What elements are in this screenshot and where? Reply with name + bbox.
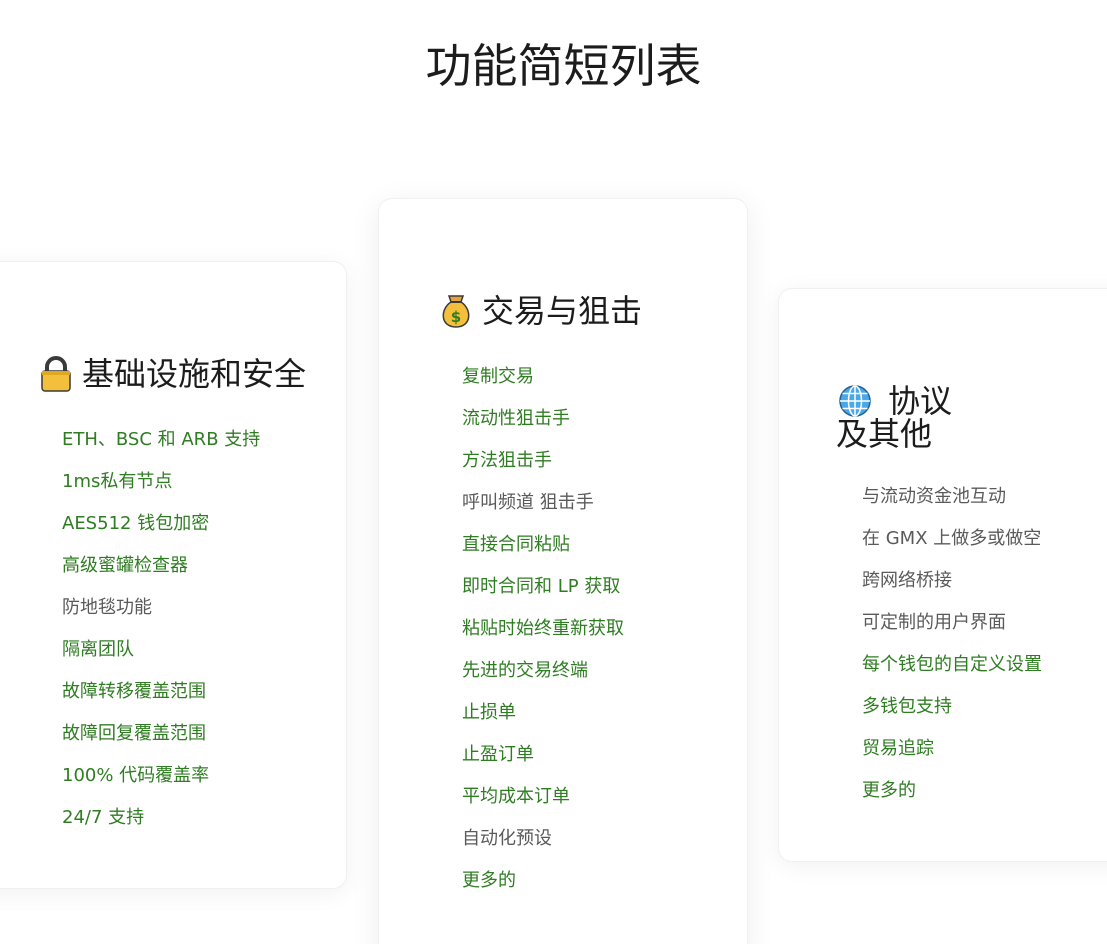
lock-icon [38,356,74,392]
list-item: 可定制的用户界面 [862,612,1006,633]
list-item: 故障转移覆盖范围 [62,681,206,702]
list-item: 方法狙击手 [462,450,552,471]
page-title: 功能简短列表 [425,39,702,93]
feature-list-protocols: 与流动资金池互动 在 GMX 上做多或做空 跨网络桥接 可定制的用户界面 每个钱… [862,476,1042,812]
list-item: 贸易追踪 [862,738,934,759]
list-item: 粘贴时始终重新获取 [462,618,624,639]
card-heading-infrastructure: 基础设施和安全 [38,354,306,394]
list-item: 1ms私有节点 [62,471,173,492]
list-item: 平均成本订单 [462,786,570,807]
globe-icon [838,384,872,418]
card-heading-trading: $ 交易与狙击 [438,291,642,331]
list-item: 多钱包支持 [862,696,952,717]
list-item: 高级蜜罐检查器 [62,555,188,576]
list-item: 先进的交易终端 [462,660,588,681]
card-heading-text-line2: 及其他 [836,415,933,453]
list-item: ETH、BSC 和 ARB 支持 [62,429,261,450]
list-item: 每个钱包的自定义设置 [862,654,1042,675]
card-heading-protocols: 协议 及其他 [836,384,952,450]
list-item: 故障回复覆盖范围 [62,723,206,744]
list-item: 止损单 [462,702,516,723]
list-item: 隔离团队 [62,639,134,660]
list-item: 更多的 [462,870,516,891]
feature-list-infrastructure: ETH、BSC 和 ARB 支持 1ms私有节点 AES512 钱包加密 高级蜜… [62,419,260,839]
list-item: 100% 代码覆盖率 [62,765,210,786]
list-item: AES512 钱包加密 [62,513,210,534]
list-item: 呼叫频道 狙击手 [462,492,594,513]
list-item: 24/7 支持 [62,807,145,828]
list-item: 复制交易 [462,366,534,387]
list-item: 流动性狙击手 [462,408,570,429]
list-item: 直接合同粘贴 [462,534,570,555]
list-item: 在 GMX 上做多或做空 [862,528,1042,549]
svg-text:$: $ [451,308,461,326]
list-item: 跨网络桥接 [862,570,952,591]
money-bag-icon: $ [438,293,474,329]
features-page: 功能简短列表 基础设施和安全 ETH、BSC 和 ARB 支持 1ms私有节点 … [0,0,1107,944]
list-item: 即时合同和 LP 获取 [462,576,621,597]
card-heading-text: 交易与狙击 [482,292,643,330]
list-item: 与流动资金池互动 [862,486,1006,507]
list-item: 防地毯功能 [62,597,152,618]
card-heading-text: 基础设施和安全 [82,355,307,393]
list-item: 自动化预设 [462,828,552,849]
card-heading-text-line1: 协议 [888,382,953,420]
list-item: 止盈订单 [462,744,534,765]
feature-list-trading: 复制交易 流动性狙击手 方法狙击手 呼叫频道 狙击手 直接合同粘贴 即时合同和 … [462,356,624,902]
list-item: 更多的 [862,780,916,801]
